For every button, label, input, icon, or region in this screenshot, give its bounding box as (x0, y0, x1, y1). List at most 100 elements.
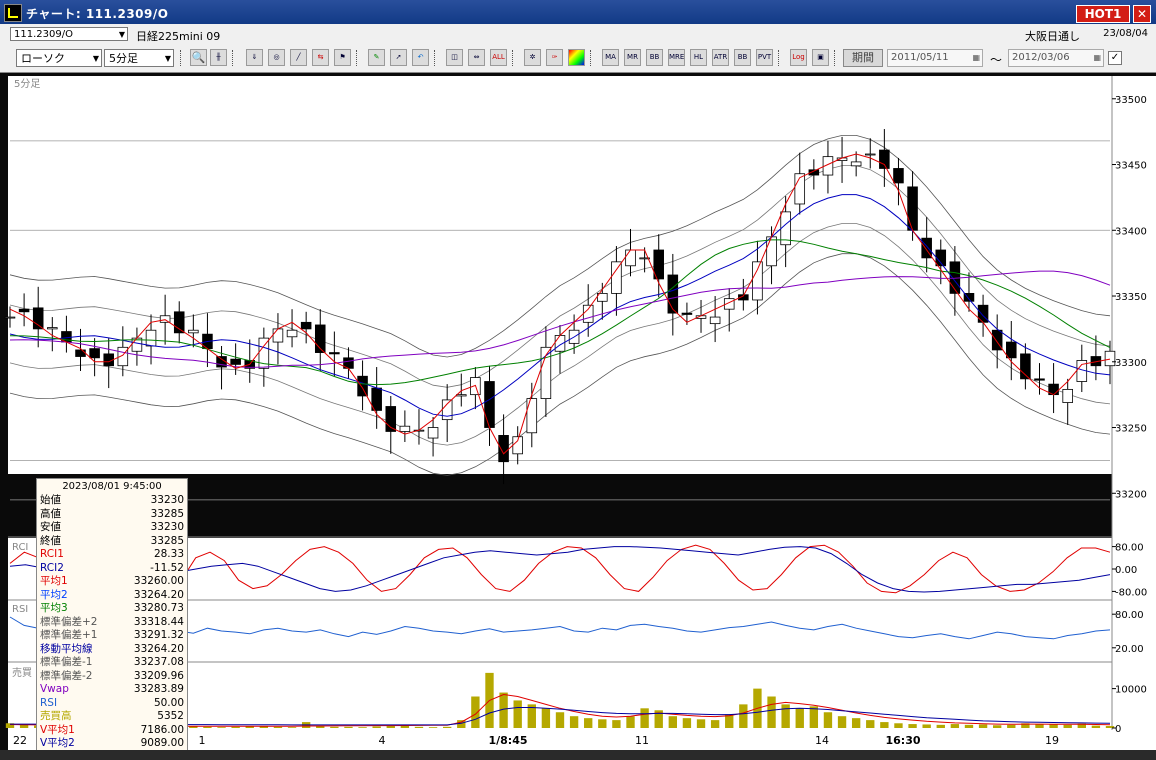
candle-body (681, 312, 693, 315)
data-window-row: RCI2 -11.52 (37, 562, 187, 576)
bb-icon[interactable]: BB (646, 49, 663, 66)
candle-body (300, 321, 312, 330)
pencil-icon[interactable]: ✎ (368, 49, 385, 66)
chevron-down-icon[interactable]: ▼ (93, 50, 99, 68)
candle-body (1006, 341, 1017, 359)
candle-body (399, 425, 411, 432)
candle-body (75, 349, 86, 357)
log-icon[interactable]: Log (790, 49, 807, 66)
data-window-row: 平均3 33280.73 (37, 602, 187, 616)
hot-badge-button[interactable]: HOT1 (1076, 5, 1130, 23)
zoom-icon[interactable]: 🔍 (190, 49, 207, 66)
atr-icon[interactable]: ATR (712, 49, 729, 66)
data-window-value: 33230 (150, 521, 184, 533)
volume-bar (823, 712, 833, 728)
bb2-icon[interactable]: BB (734, 49, 751, 66)
arrow-icon[interactable]: ➚ (390, 49, 407, 66)
volume-bar (809, 706, 819, 728)
flag-icon[interactable]: ⚑ (334, 49, 351, 66)
undo-icon[interactable]: ↶ (412, 49, 429, 66)
close-icon[interactable]: ✕ (1133, 5, 1151, 23)
data-window-value: 7186.00 (140, 723, 184, 736)
price-tick-label: 33400 (1115, 226, 1147, 237)
date-from-field[interactable]: 2011/05/11 ▦ (887, 49, 983, 67)
cursor-icon[interactable]: ╫ (210, 49, 227, 66)
calendar-icon[interactable]: ▦ (972, 50, 980, 66)
price-tick-label: 33250 (1115, 424, 1147, 435)
candle-body (357, 375, 368, 397)
data-window-key: 平均2 (40, 588, 68, 601)
data-window-row: 高値 33285 (37, 508, 187, 522)
all-icon[interactable]: ALL (490, 49, 507, 66)
rsi-tick-label: 20.00 (1115, 644, 1144, 655)
candle-body (456, 394, 467, 397)
volume-bar (569, 716, 579, 728)
scroll-icon[interactable]: ⇔ (468, 49, 485, 66)
chart-type-select[interactable]: ローソク ▼ (16, 49, 102, 67)
data-window-row: 標準偏差-2 33209.96 (37, 670, 187, 684)
candle-body (427, 427, 439, 439)
candle-body (1034, 378, 1045, 381)
volume-bar (287, 727, 297, 728)
candle-body (667, 274, 679, 314)
volume-bar (922, 724, 931, 728)
candle-body (879, 149, 890, 169)
candle-body (47, 327, 58, 330)
symbol-input[interactable]: 111.2309/O ▼ (10, 27, 128, 41)
y-axis-bg (1112, 76, 1156, 730)
symbol-value: 111.2309/O (14, 29, 73, 40)
data-window-row: RCI1 28.33 (37, 548, 187, 562)
apply-checkbox[interactable]: ✓ (1108, 51, 1122, 65)
data-window-row: V平均1 7186.00 (37, 724, 187, 738)
candle-body (611, 261, 622, 294)
ma-icon[interactable]: MA (602, 49, 619, 66)
candle-body (766, 236, 777, 267)
x-tick-label: 16:30 (885, 734, 920, 747)
rci-tick-label: 80.00 (1115, 543, 1144, 554)
data-window-key: V平均2 (40, 737, 75, 749)
price-tick-label: 33450 (1115, 161, 1147, 172)
compare-icon[interactable]: ⇆ (312, 49, 329, 66)
data-window-row: RSI 50.00 (37, 697, 187, 711)
settings-icon[interactable]: ✲ (524, 49, 541, 66)
volume-bar (584, 718, 593, 728)
data-window-datetime: 2023/08/01 9:45:00 (62, 481, 162, 492)
rci-panel-label: RCI (12, 542, 28, 553)
candle-body (582, 304, 594, 323)
data-window-row: V平均2 9089.00 (37, 737, 187, 751)
candle-body (32, 307, 44, 330)
chart-toolbar: ローソク ▼ 5分足 ▼ 🔍 ╫ ⇓ ◎ ╱ ⇆ ⚑ ✎ ➚ ↶ ◫ ⇔ ALL… (0, 44, 1156, 73)
calendar-icon[interactable]: ▦ (1093, 50, 1101, 66)
pvt-icon[interactable]: PVT (756, 49, 773, 66)
hl-icon[interactable]: HL (690, 49, 707, 66)
data-window-value: 33285 (150, 507, 184, 520)
volume-bar (710, 720, 720, 728)
date-to-field[interactable]: 2012/03/06 ▦ (1008, 49, 1104, 67)
chevron-down-icon[interactable]: ▼ (165, 50, 171, 68)
color-icon[interactable] (568, 49, 585, 66)
date-from-value: 2011/05/11 (891, 52, 949, 63)
candle-body (1104, 350, 1116, 367)
data-window-row: 標準偏差+2 33318.44 (37, 616, 187, 630)
find-icon[interactable]: ◎ (268, 49, 285, 66)
mr-icon[interactable]: MR (624, 49, 641, 66)
chevron-down-icon[interactable]: ▼ (119, 28, 125, 42)
mre-icon[interactable]: MRE (668, 49, 685, 66)
trendline-icon[interactable]: ╱ (290, 49, 307, 66)
x-tick-label: 1 (199, 734, 206, 747)
volume-bar (908, 724, 917, 728)
period-button[interactable]: 期間 (843, 49, 883, 67)
volume-bar (1091, 725, 1101, 728)
download-icon[interactable]: ⇓ (246, 49, 263, 66)
volume-bar (1035, 724, 1044, 728)
volume-bar (950, 724, 960, 728)
fit-icon[interactable]: ◫ (446, 49, 463, 66)
data-window-key: 標準偏差-1 (40, 656, 93, 668)
price-panel-bg (8, 76, 1112, 474)
split-icon[interactable]: ▣ (812, 49, 829, 66)
interval-select[interactable]: 5分足 ▼ (104, 49, 174, 67)
volume-bar (612, 720, 621, 728)
data-window-key: 終値 (40, 534, 61, 547)
volume-bar (851, 718, 861, 728)
wrench-icon[interactable]: ✑ (546, 49, 563, 66)
